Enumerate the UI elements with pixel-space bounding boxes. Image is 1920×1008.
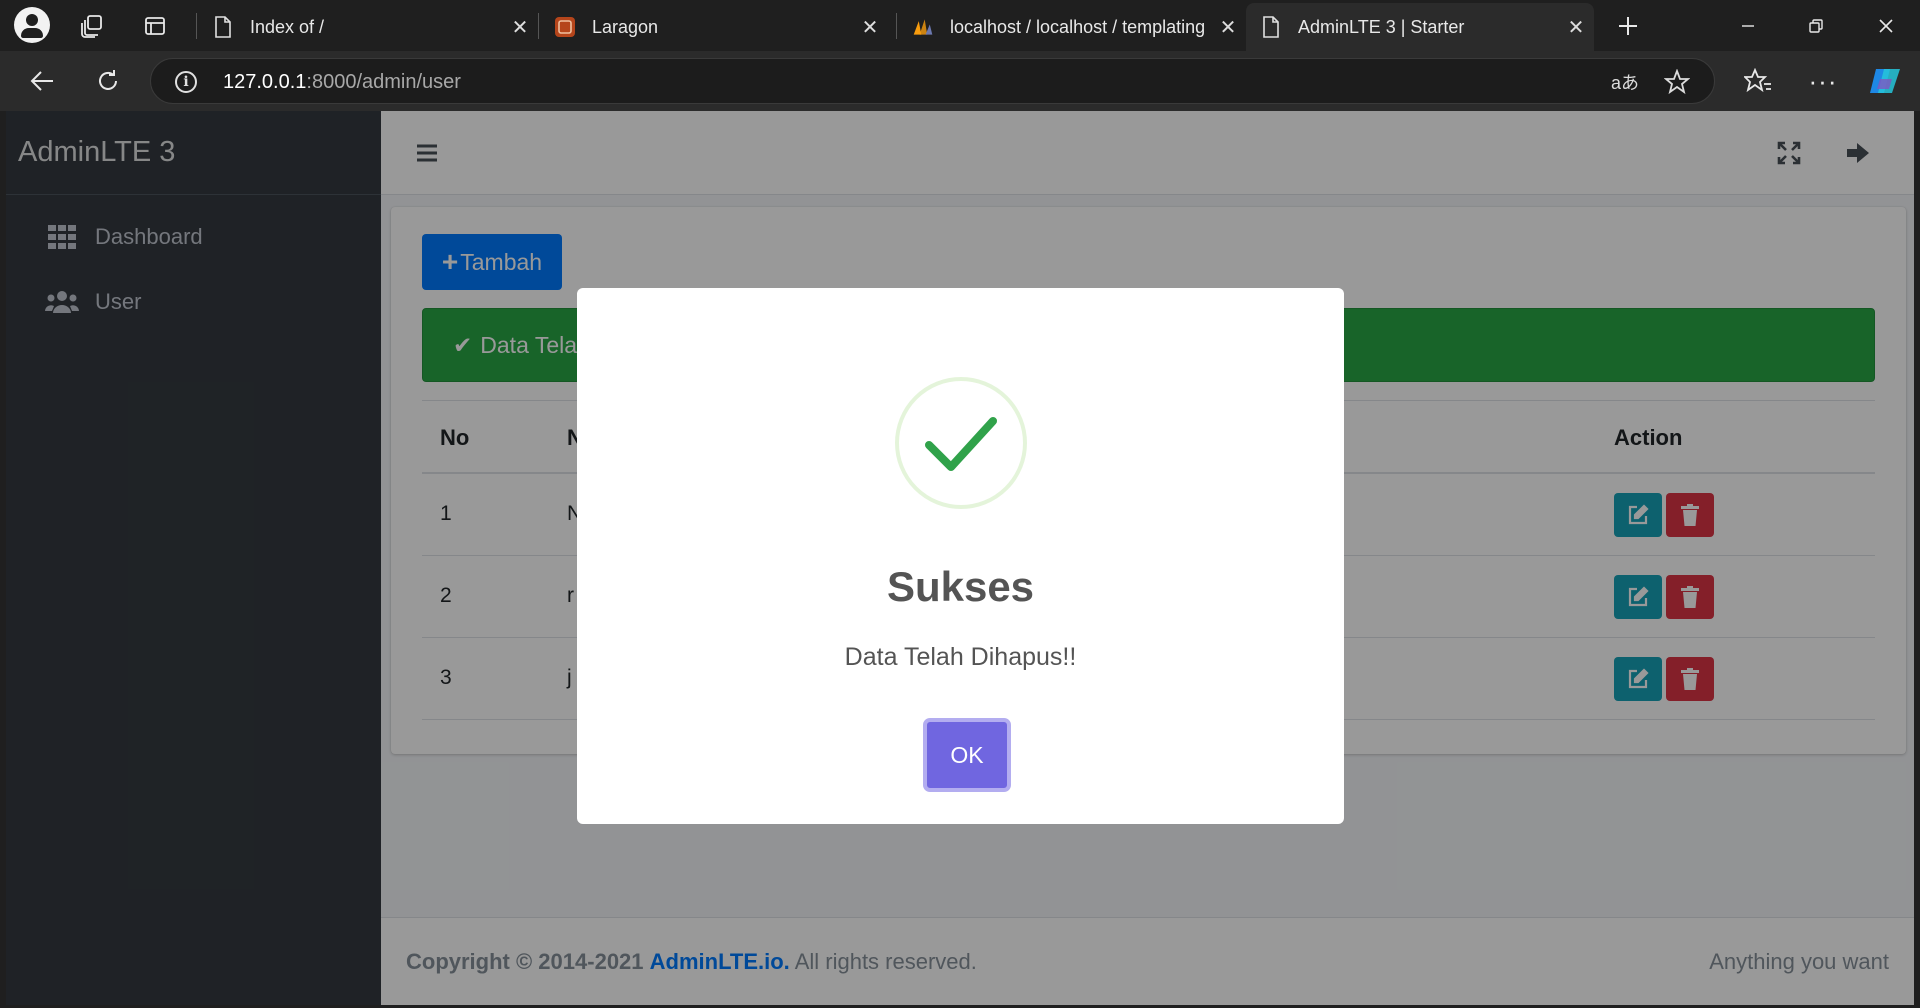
- tab-title: localhost / localhost / templating: [950, 16, 1206, 37]
- site-info-icon[interactable]: i: [175, 71, 197, 93]
- minimize-icon[interactable]: [1714, 0, 1782, 51]
- browser-tab-bar: Index of / ✕ Laragon ✕ localhost / local…: [0, 0, 1920, 51]
- favorites-icon[interactable]: [1738, 63, 1778, 99]
- tab-close-icon[interactable]: ✕: [1210, 15, 1246, 40]
- tab-actions-icon[interactable]: [141, 12, 169, 40]
- restore-icon[interactable]: [1782, 0, 1850, 51]
- laragon-icon: [554, 16, 576, 38]
- read-aloud-translate-icon[interactable]: aあ: [1611, 69, 1639, 95]
- tab-adminlte[interactable]: AdminLTE 3 | Starter ✕: [1246, 3, 1594, 51]
- new-tab-icon[interactable]: [1614, 12, 1642, 40]
- tab-close-icon[interactable]: ✕: [852, 15, 888, 40]
- page-icon: [1260, 16, 1282, 38]
- profile-avatar-icon[interactable]: [14, 7, 50, 43]
- modal-title: Sukses: [886, 563, 1035, 610]
- page-icon: [212, 16, 234, 38]
- phpmyadmin-icon: [912, 16, 934, 38]
- more-options-icon[interactable]: ···: [1803, 63, 1843, 99]
- modal-text: Data Telah Dihapus!!: [844, 643, 1077, 671]
- refresh-icon[interactable]: [88, 63, 128, 99]
- success-modal: Sukses Data Telah Dihapus!! OK: [577, 288, 1344, 824]
- browser-address-bar: i 127.0.0.1:8000/admin/user aあ ···: [0, 51, 1920, 111]
- ok-button[interactable]: OK: [923, 718, 1011, 792]
- tab-close-icon[interactable]: ✕: [1558, 15, 1594, 40]
- favorite-star-icon[interactable]: [1663, 69, 1691, 95]
- back-icon[interactable]: [22, 63, 62, 99]
- tab-close-icon[interactable]: ✕: [502, 15, 538, 40]
- workspaces-icon[interactable]: [78, 12, 106, 40]
- page-viewport: AdminLTE 3 Dashboard User + Tambah ✔ Dat…: [6, 111, 1914, 1005]
- close-window-icon[interactable]: [1852, 0, 1920, 51]
- copilot-icon[interactable]: [1866, 63, 1906, 99]
- url-field[interactable]: i 127.0.0.1:8000/admin/user aあ: [150, 58, 1715, 104]
- tab-index-of[interactable]: Index of / ✕: [198, 3, 538, 51]
- success-check-icon: [895, 377, 1027, 509]
- tab-laragon[interactable]: Laragon ✕: [540, 3, 888, 51]
- url-text[interactable]: 127.0.0.1:8000/admin/user: [223, 71, 461, 94]
- tab-title: AdminLTE 3 | Starter: [1298, 16, 1465, 37]
- tab-title: Index of /: [250, 16, 325, 37]
- tab-phpmyadmin[interactable]: localhost / localhost / templating ✕: [898, 3, 1246, 51]
- tab-title: Laragon: [592, 16, 659, 37]
